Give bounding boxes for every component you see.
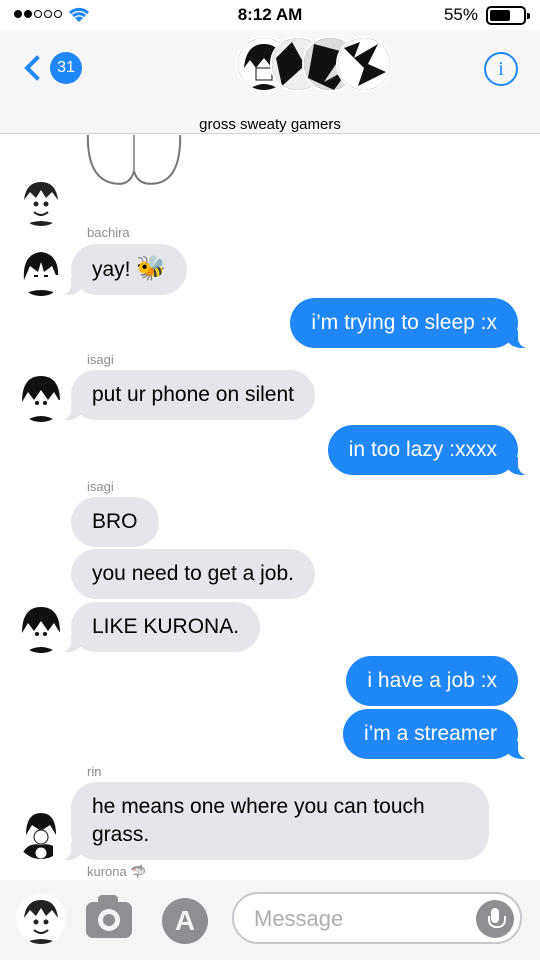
message-text: put ur phone on silent	[92, 383, 294, 406]
group-name[interactable]: gross sweaty gamers	[0, 116, 540, 133]
message-text: i have a job :x	[367, 669, 497, 692]
message-text: in too lazy :xxxx	[348, 438, 497, 461]
bee-emoji: 🐝	[136, 255, 167, 282]
sender-name: bachira	[87, 225, 130, 240]
message-text: i’m a streamer	[363, 722, 497, 745]
back-button[interactable]: 31	[18, 52, 82, 84]
message-text: i’m trying to sleep :x	[311, 311, 497, 334]
battery-icon	[486, 6, 530, 25]
message-text: LIKE KURONA.	[92, 615, 240, 638]
sender-name: isagi	[87, 479, 114, 494]
compose-bar: A	[0, 880, 540, 960]
chevron-left-icon	[24, 55, 50, 81]
app-store-icon[interactable]: A	[162, 898, 208, 944]
sender-avatar[interactable]	[16, 176, 66, 226]
message-bubble-incoming[interactable]: he means one where you can touch grass.	[53, 782, 489, 860]
message-bubble-outgoing[interactable]: i have a job :x	[346, 656, 518, 706]
message-bubble-outgoing[interactable]: i’m a streamer	[342, 709, 537, 759]
sender-name-text: kurona	[87, 864, 127, 879]
message-text: you need to get a job.	[92, 562, 294, 585]
sender-name: kurona 🦈	[87, 864, 147, 880]
microphone-icon[interactable]	[476, 900, 514, 938]
sticker-image[interactable]	[84, 135, 184, 191]
message-field[interactable]	[232, 892, 522, 944]
sender-name: isagi	[87, 352, 114, 367]
battery-percentage: 55%	[443, 5, 478, 24]
message-bubble-incoming[interactable]: you need to get a job.	[71, 549, 315, 599]
camera-icon[interactable]	[86, 895, 132, 938]
sender-avatar[interactable]	[16, 894, 66, 944]
member-avatar	[336, 36, 392, 92]
message-input[interactable]	[254, 902, 464, 936]
status-bar: 8:12 AM 55%	[0, 0, 540, 30]
message-text: he means one where you can touch	[92, 795, 425, 818]
unread-count-badge: 31	[50, 52, 82, 84]
message-bubble-incoming[interactable]: put ur phone on silent	[53, 370, 315, 420]
message-list[interactable]: bachira yay! 🐝 i’m trying to sleep :x is…	[0, 135, 540, 880]
shark-emoji: 🦈	[130, 864, 147, 879]
message-bubble-incoming[interactable]: LIKE KURONA.	[52, 602, 261, 652]
message-bubble-incoming[interactable]: BRO	[71, 497, 159, 547]
sender-name: rin	[87, 764, 102, 779]
message-text: yay!	[92, 258, 137, 281]
conversation-header: 31 gross sweaty gamers i	[0, 30, 540, 134]
message-bubble-outgoing[interactable]: in too lazy :xxxx	[327, 425, 537, 475]
message-text: grass.	[92, 823, 150, 846]
message-bubble-incoming[interactable]: yay! 🐝	[52, 244, 188, 295]
group-avatar-stack[interactable]	[236, 36, 392, 92]
info-icon[interactable]: i	[484, 52, 518, 86]
message-text: BRO	[92, 510, 138, 533]
message-bubble-outgoing[interactable]: i’m trying to sleep :x	[290, 298, 536, 348]
